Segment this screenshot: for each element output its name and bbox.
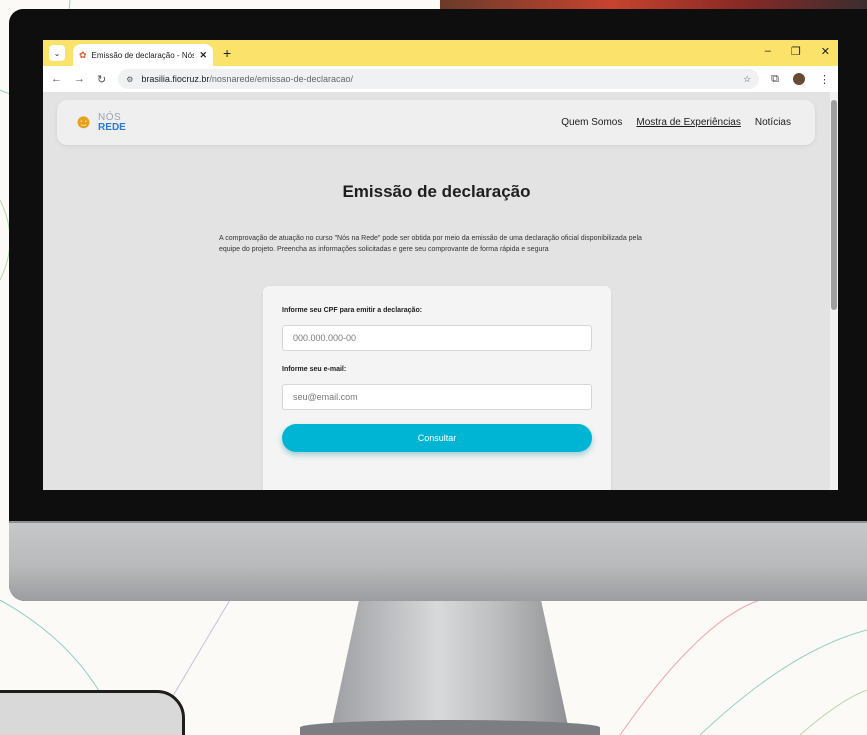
extensions-icon[interactable]: ⧉ xyxy=(771,73,779,86)
close-tab-icon[interactable]: ✕ xyxy=(199,50,207,61)
cpf-label: Informe seu CPF para emitir a declaração… xyxy=(282,307,423,314)
browser-tab[interactable]: ✿ Emissão de declaração - Nós N ✕ xyxy=(73,44,213,66)
intro-text: A comprovação de atuação no curso "Nós n… xyxy=(219,235,642,253)
restore-icon[interactable]: ❐ xyxy=(791,45,801,58)
reload-icon[interactable]: ↻ xyxy=(97,73,106,86)
monitor-stand xyxy=(330,601,570,735)
tab-search-button[interactable]: ⌄ xyxy=(49,45,65,61)
menu-kebab-icon[interactable]: ⋮ xyxy=(819,73,830,86)
new-tab-icon[interactable]: + xyxy=(223,45,231,61)
decorative-frame xyxy=(0,690,185,735)
logo-mark-icon: ☻ xyxy=(73,111,95,133)
tab-bar: ⌄ ✿ Emissão de declaração - Nós N ✕ + – … xyxy=(43,40,838,66)
logo-nos-text: NÓS xyxy=(98,111,122,123)
profile-avatar[interactable] xyxy=(793,73,805,85)
site-header: ☻ NÓS REDE Quem Somos Mostra de Experiên… xyxy=(57,100,815,145)
monitor-chin xyxy=(9,521,867,601)
monitor-stand-base xyxy=(300,720,600,735)
page-content: ☻ NÓS REDE Quem Somos Mostra de Experiên… xyxy=(43,92,838,490)
scrollbar-thumb[interactable] xyxy=(831,100,837,310)
bookmark-star-icon[interactable]: ☆ xyxy=(743,74,751,85)
main-nav: Quem Somos Mostra de Experiências Notíci… xyxy=(561,117,791,128)
minimize-icon[interactable]: – xyxy=(765,45,771,58)
page-title: Emissão de declaração xyxy=(342,182,531,201)
address-bar-row: ← → ↻ ⚙ brasilia.fiocruz.br/nosnarede/em… xyxy=(43,66,838,92)
url-field[interactable]: ⚙ brasilia.fiocruz.br/nosnarede/emissao-… xyxy=(118,69,760,89)
nav-item-mostra[interactable]: Mostra de Experiências xyxy=(636,117,741,128)
logo-rede-text: REDE xyxy=(98,121,126,133)
site-favicon-icon: ✿ xyxy=(79,49,87,60)
close-window-icon[interactable]: ✕ xyxy=(821,45,830,58)
url-path: /nosnarede/emissao-de-declaracao/ xyxy=(209,74,354,84)
site-info-icon[interactable]: ⚙ xyxy=(126,75,133,84)
site-logo[interactable]: ☻ NÓS REDE xyxy=(73,111,126,134)
declaration-form: Informe seu CPF para emitir a declaração… xyxy=(263,286,611,490)
toolbar-right: ⧉ ⋮ xyxy=(771,73,830,86)
url-host: brasilia.fiocruz.br xyxy=(141,74,210,84)
forward-icon[interactable]: → xyxy=(74,73,85,85)
cpf-input[interactable] xyxy=(282,325,592,351)
back-icon[interactable]: ← xyxy=(51,73,62,85)
tab-title: Emissão de declaração - Nós N xyxy=(91,50,195,60)
page-scrollbar[interactable] xyxy=(830,92,838,490)
email-label: Informe seu e-mail: xyxy=(282,366,347,373)
nav-item-quem-somos[interactable]: Quem Somos xyxy=(561,117,622,128)
consultar-button[interactable]: Consultar xyxy=(282,424,592,452)
nav-item-noticias[interactable]: Notícias xyxy=(755,117,791,128)
browser-window: ⌄ ✿ Emissão de declaração - Nós N ✕ + – … xyxy=(43,40,838,490)
window-controls: – ❐ ✕ xyxy=(765,45,830,58)
email-input[interactable] xyxy=(282,384,592,410)
